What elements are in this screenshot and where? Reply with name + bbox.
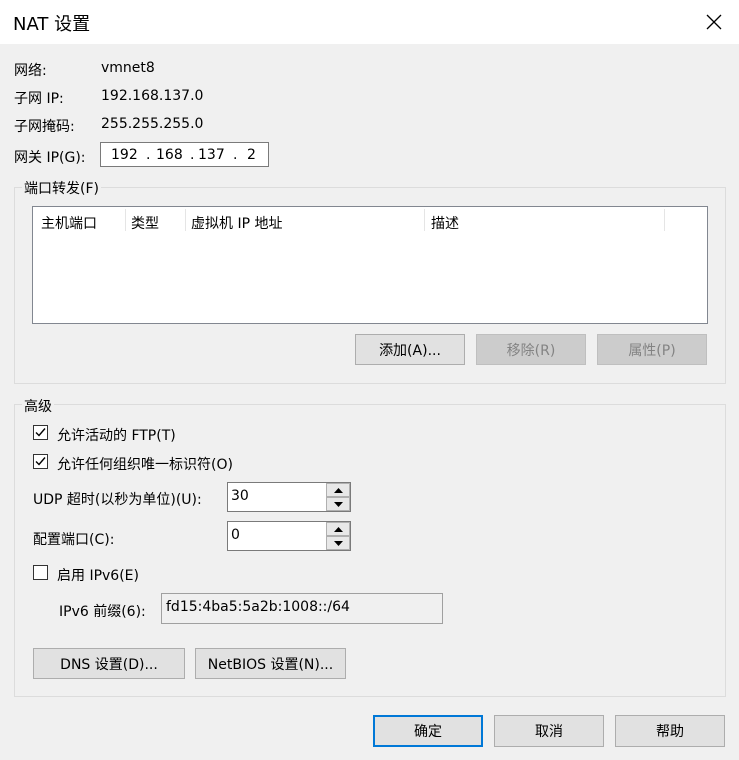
config-port-up-button[interactable] — [326, 522, 350, 536]
dialog-title: NAT 设置 — [13, 14, 91, 35]
arrow-down-icon — [333, 501, 343, 507]
advanced-group-label: 高级 — [22, 396, 54, 416]
column-separator[interactable] — [424, 209, 425, 231]
gateway-octet-3[interactable]: 137 — [198, 147, 225, 163]
ip-dot: . — [190, 147, 195, 163]
properties-button[interactable]: 属性(P) — [597, 334, 707, 365]
dns-settings-button[interactable]: DNS 设置(D)... — [33, 648, 185, 679]
column-separator[interactable] — [125, 209, 126, 231]
close-icon — [706, 14, 722, 30]
udp-timeout-up-button[interactable] — [326, 483, 350, 497]
config-port-label: 配置端口(C): — [33, 532, 115, 548]
checkmark-icon — [35, 457, 46, 466]
ok-button[interactable]: 确定 — [373, 715, 483, 747]
udp-timeout-value[interactable]: 30 — [231, 488, 249, 504]
cancel-button[interactable]: 取消 — [494, 715, 604, 747]
subnet-mask-label: 子网掩码: — [14, 119, 75, 135]
subnet-ip-value: 192.168.137.0 — [101, 88, 204, 104]
column-header-vm-ip[interactable]: 虚拟机 IP 地址 — [191, 213, 282, 233]
config-port-stepper[interactable]: 0 — [227, 521, 351, 551]
gateway-octet-4[interactable]: 2 — [247, 147, 256, 163]
udp-timeout-down-button[interactable] — [326, 497, 350, 511]
close-button[interactable] — [696, 4, 732, 40]
column-separator[interactable] — [664, 209, 665, 231]
add-button[interactable]: 添加(A)... — [355, 334, 465, 365]
allow-oui-checkbox[interactable] — [33, 454, 48, 469]
column-header-host-port[interactable]: 主机端口 — [41, 213, 97, 233]
config-port-down-button[interactable] — [326, 536, 350, 550]
allow-ftp-checkbox[interactable] — [33, 425, 48, 440]
enable-ipv6-label[interactable]: 启用 IPv6(E) — [57, 565, 139, 585]
title-bar — [0, 0, 739, 44]
help-button[interactable]: 帮助 — [615, 715, 725, 747]
arrow-up-icon — [333, 526, 343, 532]
gateway-label: 网关 IP(G): — [14, 150, 86, 166]
remove-button[interactable]: 移除(R) — [476, 334, 586, 365]
enable-ipv6-checkbox[interactable] — [33, 565, 48, 580]
udp-timeout-stepper[interactable]: 30 — [227, 482, 351, 512]
ipv6-prefix-field[interactable]: fd15:4ba5:5a2b:1008::/64 — [161, 593, 443, 624]
ip-dot: . — [233, 147, 238, 163]
column-header-type[interactable]: 类型 — [131, 213, 159, 233]
gateway-octet-1[interactable]: 192 — [111, 147, 138, 163]
port-forwarding-group-label: 端口转发(F) — [22, 178, 101, 198]
netbios-settings-button[interactable]: NetBIOS 设置(N)... — [195, 648, 346, 679]
arrow-down-icon — [333, 540, 343, 546]
subnet-mask-value: 255.255.255.0 — [101, 116, 204, 132]
checkmark-icon — [35, 428, 46, 437]
ip-dot: . — [146, 147, 151, 163]
arrow-up-icon — [333, 487, 343, 493]
ipv6-prefix-value[interactable]: fd15:4ba5:5a2b:1008::/64 — [166, 599, 350, 615]
allow-oui-label[interactable]: 允许任何组织唯一标识符(O) — [57, 454, 233, 474]
column-separator[interactable] — [185, 209, 186, 231]
subnet-ip-label: 子网 IP: — [14, 91, 64, 107]
gateway-octet-2[interactable]: 168 — [156, 147, 183, 163]
column-header-description[interactable]: 描述 — [431, 213, 459, 233]
gateway-ip-input[interactable]: 192 . 168 . 137 . 2 — [100, 142, 269, 167]
allow-ftp-label[interactable]: 允许活动的 FTP(T) — [57, 425, 176, 445]
network-label: 网络: — [14, 63, 47, 79]
ipv6-prefix-label: IPv6 前缀(6): — [59, 604, 146, 620]
port-forwarding-list[interactable]: 主机端口 类型 虚拟机 IP 地址 描述 — [32, 206, 708, 324]
config-port-value[interactable]: 0 — [231, 527, 240, 543]
network-value: vmnet8 — [101, 60, 155, 76]
udp-timeout-label: UDP 超时(以秒为单位)(U): — [33, 492, 202, 508]
